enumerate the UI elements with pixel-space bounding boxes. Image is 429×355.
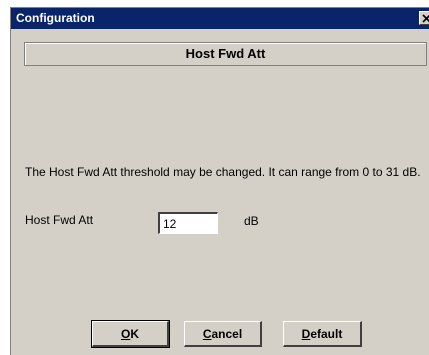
host-fwd-att-label: Host Fwd Att bbox=[25, 213, 94, 227]
ok-label-rest: K bbox=[130, 326, 139, 341]
section-header: Host Fwd Att bbox=[24, 42, 427, 66]
configuration-dialog: Configuration Host Fwd Att The Host Fwd … bbox=[10, 7, 429, 355]
ok-button[interactable]: OK bbox=[91, 320, 170, 348]
title-bar[interactable]: Configuration bbox=[11, 8, 429, 29]
host-fwd-att-input[interactable] bbox=[158, 212, 218, 234]
window-title: Configuration bbox=[16, 11, 95, 25]
close-button[interactable] bbox=[419, 11, 429, 25]
cancel-button[interactable]: Cancel bbox=[184, 321, 262, 347]
section-title: Host Fwd Att bbox=[185, 46, 266, 61]
default-label-rest: efault bbox=[310, 326, 343, 341]
cancel-label-rest: ancel bbox=[211, 326, 243, 341]
default-button[interactable]: Default bbox=[283, 321, 362, 347]
threshold-description: The Host Fwd Att threshold may be change… bbox=[25, 165, 421, 179]
close-icon bbox=[422, 14, 429, 23]
unit-label: dB bbox=[244, 214, 259, 228]
ok-mnemonic: O bbox=[120, 326, 131, 341]
